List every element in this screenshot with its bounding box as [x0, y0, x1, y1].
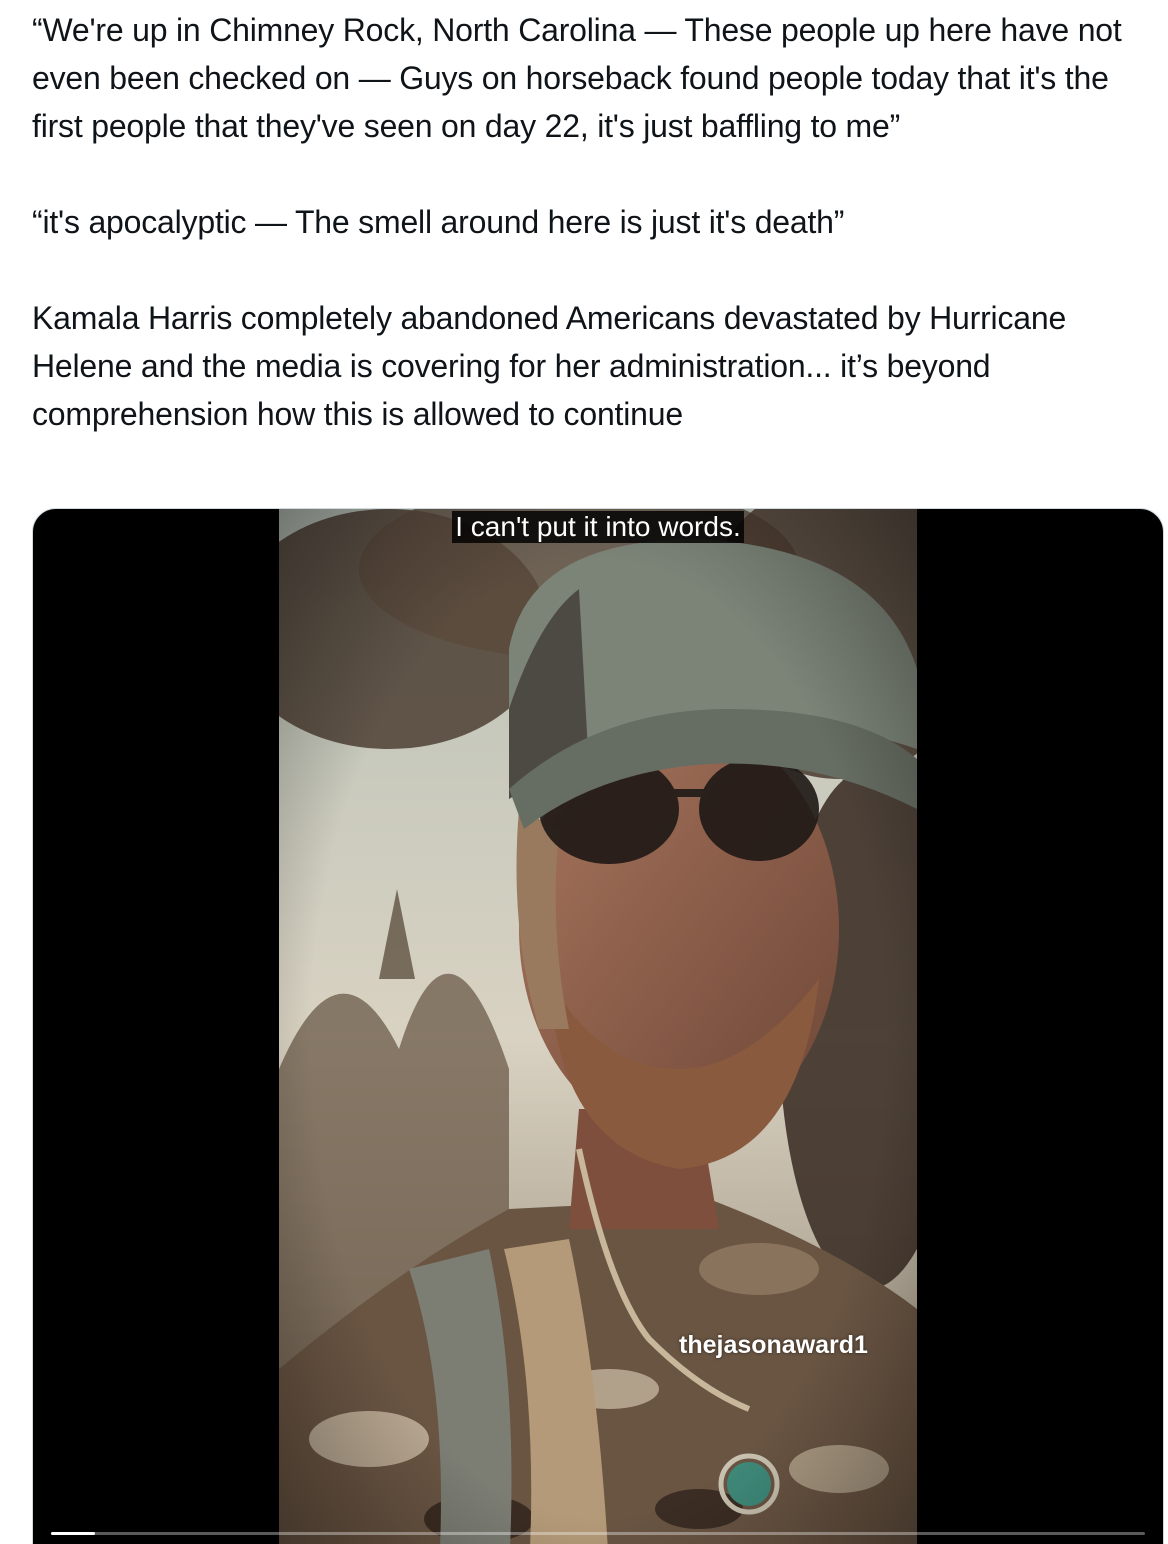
video-still-image [279, 509, 917, 1544]
tweet-paragraph-2: “it's apocalyptic — The smell around her… [32, 204, 845, 240]
tweet-paragraph-1: “We're up in Chimney Rock, North Carolin… [32, 12, 1122, 144]
video-watermark: thejasonaward1 [679, 1331, 868, 1359]
video-caption: I can't put it into words. [279, 511, 917, 543]
video-progress-bar[interactable] [51, 1532, 1145, 1535]
tweet-text: “We're up in Chimney Rock, North Carolin… [32, 6, 1142, 486]
video-player[interactable]: I can't put it into words. thejasonaward… [32, 508, 1164, 1544]
video-progress-fill [51, 1532, 95, 1535]
video-caption-text: I can't put it into words. [452, 511, 744, 543]
tweet-paragraph-3: Kamala Harris completely abandoned Ameri… [32, 300, 1067, 432]
video-frame[interactable]: I can't put it into words. thejasonaward… [279, 509, 917, 1544]
